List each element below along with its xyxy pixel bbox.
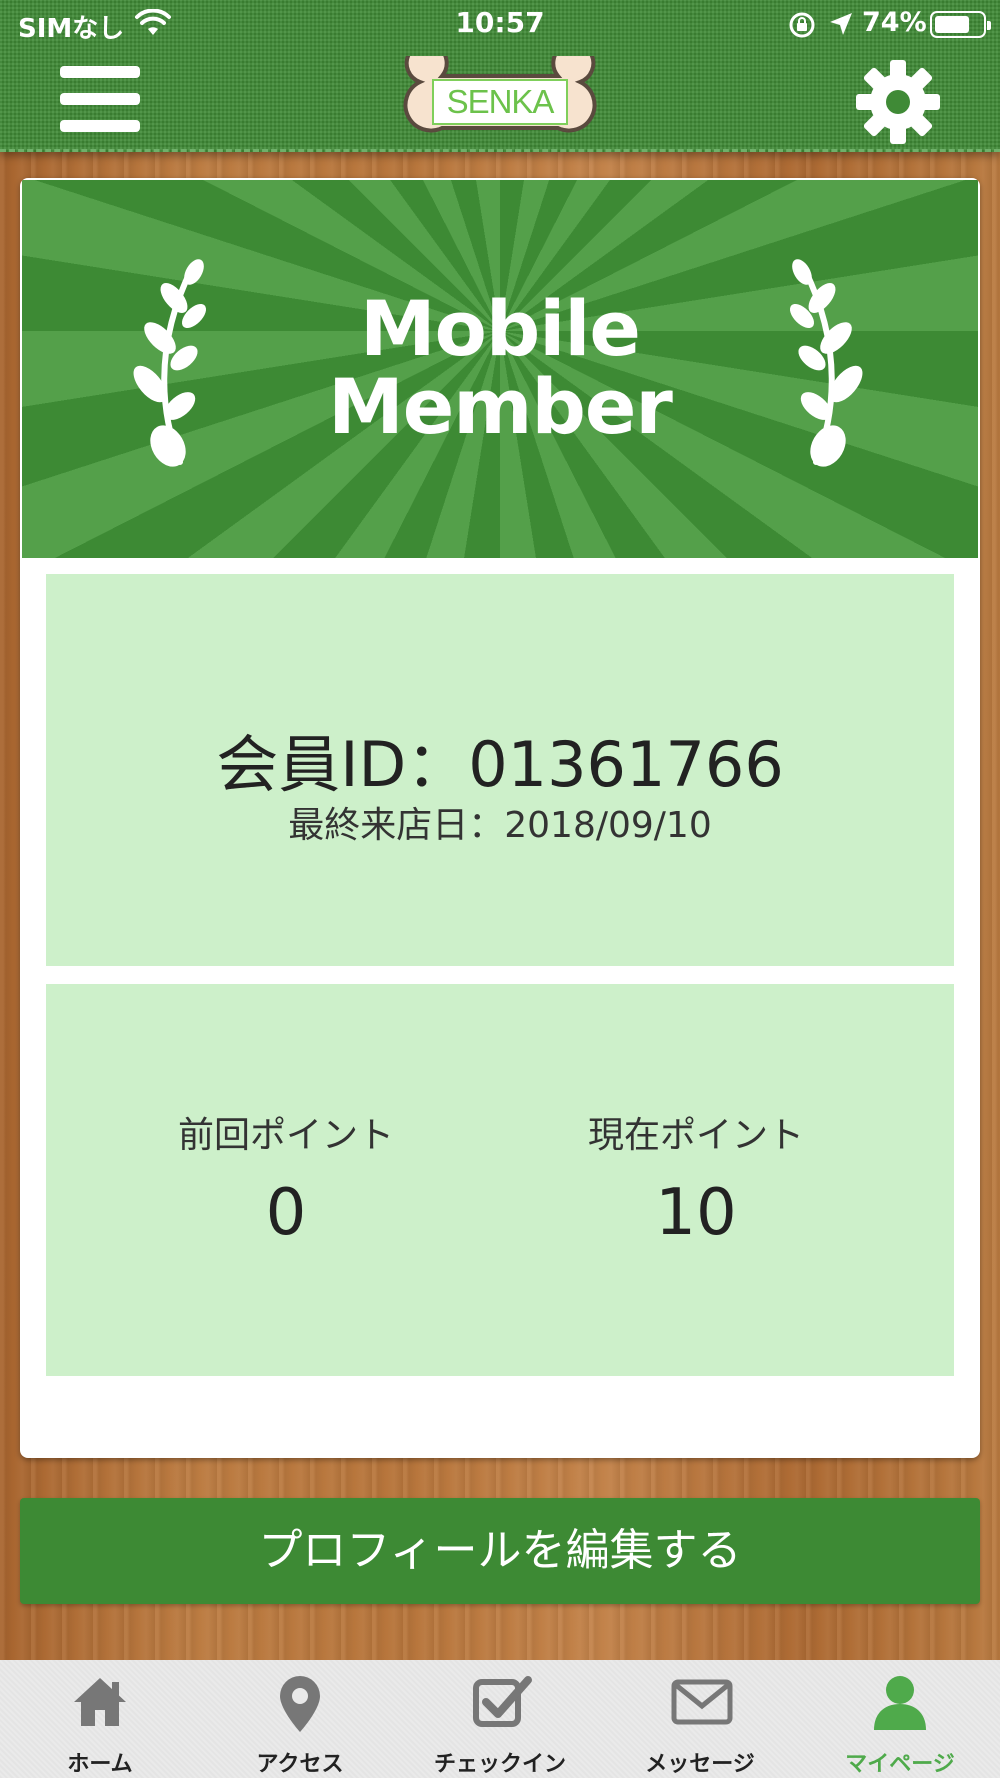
envelope-icon <box>671 1679 733 1725</box>
previous-points: 前回ポイント 0 <box>86 1106 486 1250</box>
previous-points-label: 前回ポイント <box>177 1115 394 1156</box>
current-points-label: 現在ポイント <box>587 1115 804 1156</box>
tab-bar: ホーム アクセス チェックイン メッセージ マイページ <box>0 1660 1000 1778</box>
map-pin-icon <box>280 1676 320 1732</box>
tab-message[interactable]: メッセージ <box>600 1660 800 1778</box>
senka-logo: SENKA <box>380 41 620 148</box>
laurel-icon-right <box>789 259 863 467</box>
status-bar: SIMなし 10:57 74% <box>0 0 1000 50</box>
hamburger-icon-bar <box>60 120 140 132</box>
current-points-value: 10 <box>655 1176 737 1250</box>
checkbox-icon <box>473 1676 532 1727</box>
battery-icon <box>930 11 991 38</box>
tab-mypage[interactable]: マイページ <box>800 1660 1000 1778</box>
tab-label: アクセス <box>256 1752 344 1777</box>
previous-points-value: 0 <box>265 1176 307 1250</box>
tab-checkin[interactable]: チェックイン <box>400 1660 600 1778</box>
hamburger-icon-bar <box>60 66 140 78</box>
settings-gear-icon[interactable] <box>854 58 942 146</box>
tab-label: チェックイン <box>433 1752 566 1777</box>
last-visit-date: 最終来店日：2018/09/10 <box>288 805 712 846</box>
logo-text: SENKA <box>432 79 568 125</box>
tab-label: メッセージ <box>645 1752 755 1777</box>
current-points: 現在ポイント 10 <box>496 1106 896 1250</box>
hamburger-icon-bar <box>60 93 140 105</box>
member-info-panel: 会員ID：01361766 最終来店日：2018/09/10 <box>46 574 954 966</box>
person-icon <box>874 1676 926 1730</box>
menu-button[interactable] <box>60 66 142 138</box>
tab-home[interactable]: ホーム <box>0 1660 200 1778</box>
member-banner: Mobile Member <box>22 180 978 558</box>
location-arrow-icon <box>830 13 852 35</box>
battery-percentage: 74% <box>862 7 927 38</box>
rotation-lock-icon <box>789 12 815 38</box>
member-card: Mobile Member 会員ID：01361766 最終来店日：2018/0… <box>20 178 980 1458</box>
points-panel: 前回ポイント 0 現在ポイント 10 <box>46 984 954 1376</box>
edit-profile-button[interactable]: プロフィールを編集する <box>20 1498 980 1604</box>
app-header: SIMなし 10:57 74% SENKA <box>0 0 1000 152</box>
member-id: 会員ID：01361766 <box>216 728 784 801</box>
tab-label: ホーム <box>67 1752 133 1777</box>
tab-access[interactable]: アクセス <box>200 1660 400 1778</box>
home-icon <box>74 1678 126 1726</box>
tab-label: マイページ <box>845 1752 955 1777</box>
